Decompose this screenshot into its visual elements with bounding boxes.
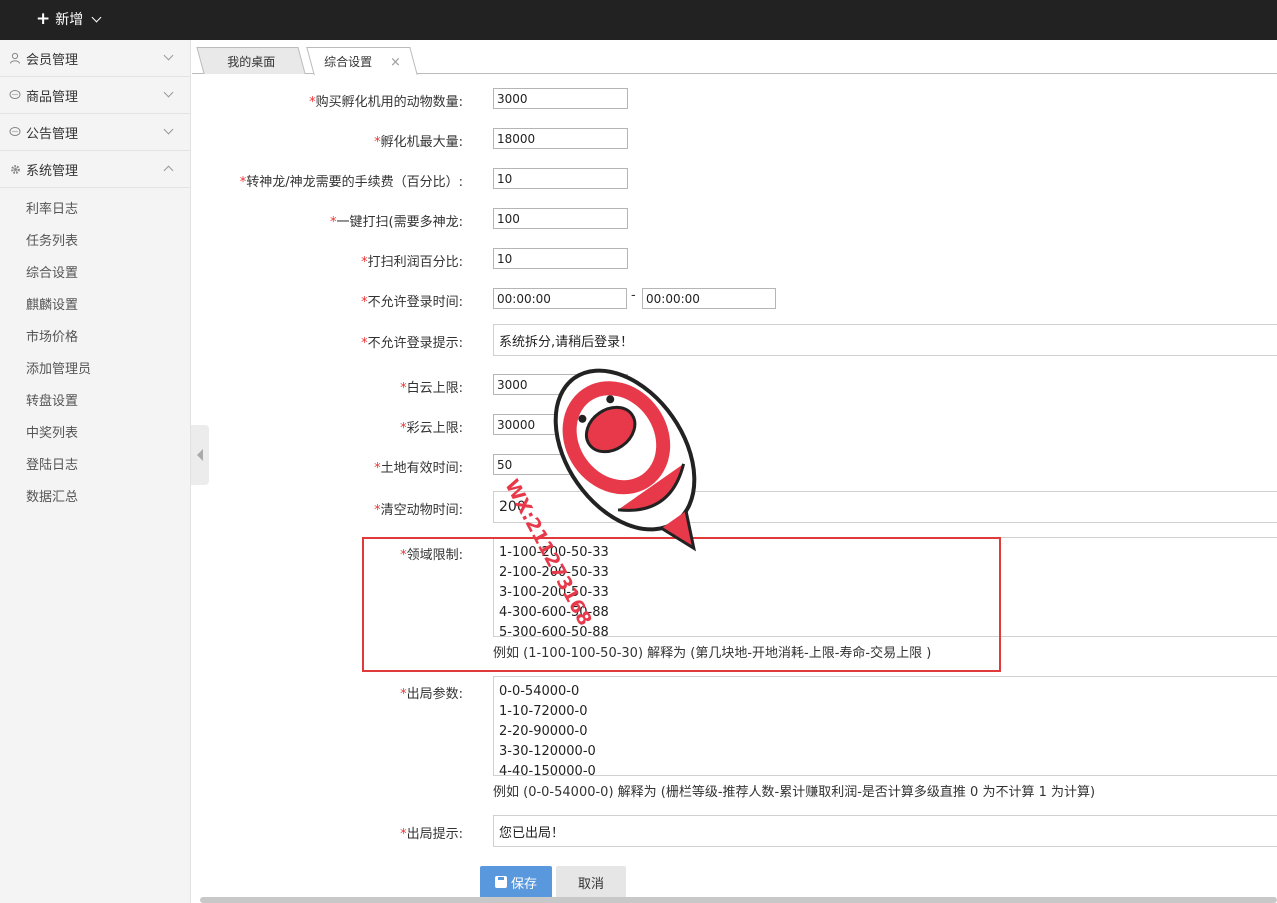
chat-icon bbox=[8, 125, 22, 139]
chevron-down-icon bbox=[163, 124, 174, 135]
field-label: *出局参数: bbox=[400, 687, 463, 702]
sidebar: 会员管理 商品管理 公告管理 系统管理 利率日志 任务列表 综合设置 麒麟设置 … bbox=[0, 40, 191, 903]
sidebar-item-wheel-settings[interactable]: 转盘设置 bbox=[0, 386, 190, 418]
user-icon bbox=[8, 51, 22, 65]
sidebar-item-login-log[interactable]: 登陆日志 bbox=[0, 450, 190, 482]
close-icon[interactable]: × bbox=[390, 55, 401, 70]
field-label: *购买孵化机用的动物数量: bbox=[309, 95, 463, 110]
add-new-label: 新增 bbox=[55, 12, 84, 28]
gear-icon bbox=[8, 162, 22, 176]
login-block-message-input[interactable] bbox=[493, 324, 1277, 356]
sidebar-item-market-price[interactable]: 市场价格 bbox=[0, 322, 190, 354]
sidebar-item-winner-list[interactable]: 中奖列表 bbox=[0, 418, 190, 450]
exit-params-textarea[interactable]: 0-0-54000-0 1-10-72000-0 2-20-90000-0 3-… bbox=[493, 676, 1277, 776]
tab-my-desktop[interactable]: 我的桌面 bbox=[196, 47, 306, 74]
tab-general-settings[interactable]: 综合设置 × bbox=[306, 47, 418, 75]
tab-label: 我的桌面 bbox=[227, 54, 276, 69]
sidebar-group-label: 会员管理 bbox=[26, 52, 79, 68]
sidebar-item-task-list[interactable]: 任务列表 bbox=[0, 226, 190, 258]
sidebar-group-system[interactable]: 系统管理 bbox=[0, 151, 190, 188]
save-button[interactable]: 保存 bbox=[480, 866, 552, 898]
chat-icon bbox=[8, 88, 22, 102]
chevron-up-icon bbox=[163, 165, 174, 176]
plus-icon: + bbox=[36, 8, 51, 29]
save-label: 保存 bbox=[510, 876, 537, 892]
incubator-animal-count-input[interactable] bbox=[493, 88, 628, 109]
sidebar-group-products[interactable]: 商品管理 bbox=[0, 77, 190, 114]
sidebar-item-qilin-settings[interactable]: 麒麟设置 bbox=[0, 290, 190, 322]
login-block-end-input[interactable] bbox=[642, 288, 776, 309]
sidebar-group-label: 商品管理 bbox=[26, 89, 79, 105]
cancel-button[interactable]: 取消 bbox=[556, 866, 626, 898]
chevron-down-icon bbox=[163, 87, 174, 98]
sidebar-item-data-summary[interactable]: 数据汇总 bbox=[0, 482, 190, 514]
add-new-button[interactable]: + 新增 bbox=[36, 8, 102, 30]
floppy-disk-icon bbox=[494, 876, 507, 888]
dragon-fee-percent-input[interactable] bbox=[493, 168, 628, 189]
sidebar-submenu: 利率日志 任务列表 综合设置 麒麟设置 市场价格 添加管理员 转盘设置 中奖列表… bbox=[0, 194, 190, 514]
settings-form: *购买孵化机用的动物数量: *孵化机最大量: *转神龙/神龙需要的手续费（百分比… bbox=[192, 74, 1277, 903]
field-label: *孵化机最大量: bbox=[374, 135, 463, 150]
field-label: *领域限制: bbox=[400, 548, 463, 563]
field-hint: 例如 (0-0-54000-0) 解释为 (栅栏等级-推荐人数-累计赚取利润-是… bbox=[493, 785, 1096, 800]
color-cloud-limit-input[interactable] bbox=[493, 414, 628, 435]
chevron-down-icon bbox=[91, 12, 102, 22]
login-block-start-input[interactable] bbox=[493, 288, 627, 309]
sidebar-group-announcements[interactable]: 公告管理 bbox=[0, 114, 190, 151]
field-label: *白云上限: bbox=[400, 381, 463, 396]
sidebar-group-label: 系统管理 bbox=[26, 163, 79, 179]
sidebar-group-label: 公告管理 bbox=[26, 126, 79, 142]
field-label: *土地有效时间: bbox=[374, 461, 463, 476]
land-valid-time-input[interactable] bbox=[493, 454, 628, 475]
field-hint: 例如 (1-100-100-50-30) 解释为 (第几块地-开地消耗-上限-寿… bbox=[493, 646, 932, 661]
field-label: *彩云上限: bbox=[400, 421, 463, 436]
horizontal-scrollbar[interactable] bbox=[200, 897, 1277, 903]
chevron-down-icon bbox=[163, 50, 174, 61]
field-label: *不允许登录时间: bbox=[361, 295, 463, 310]
tab-label: 综合设置 bbox=[323, 55, 372, 69]
field-label: *出局提示: bbox=[400, 827, 463, 842]
top-bar: + 新增 bbox=[0, 0, 1277, 40]
field-label: *清空动物时间: bbox=[374, 503, 463, 518]
field-label: *不允许登录提示: bbox=[361, 336, 463, 351]
clean-profit-percent-input[interactable] bbox=[493, 248, 628, 269]
clear-animals-time-input[interactable] bbox=[493, 491, 1277, 523]
incubator-max-input[interactable] bbox=[493, 128, 628, 149]
exit-message-input[interactable] bbox=[493, 815, 1277, 847]
sidebar-item-general-settings[interactable]: 综合设置 bbox=[0, 258, 190, 290]
tab-bar: 我的桌面 综合设置 × bbox=[192, 40, 1277, 75]
field-label: *打扫利润百分比: bbox=[361, 255, 463, 270]
sidebar-group-members[interactable]: 会员管理 bbox=[0, 40, 190, 77]
one-click-clean-input[interactable] bbox=[493, 208, 628, 229]
sidebar-item-rate-log[interactable]: 利率日志 bbox=[0, 194, 190, 226]
field-label: *一键打扫(需要多神龙: bbox=[330, 215, 463, 230]
sidebar-item-add-admin[interactable]: 添加管理员 bbox=[0, 354, 190, 386]
time-range-separator: - bbox=[631, 288, 636, 303]
white-cloud-limit-input[interactable] bbox=[493, 374, 628, 395]
field-label: *转神龙/神龙需要的手续费（百分比）: bbox=[239, 175, 463, 190]
domain-limit-textarea[interactable]: 1-100-200-50-33 2-100-200-50-33 3-100-20… bbox=[493, 537, 1277, 637]
